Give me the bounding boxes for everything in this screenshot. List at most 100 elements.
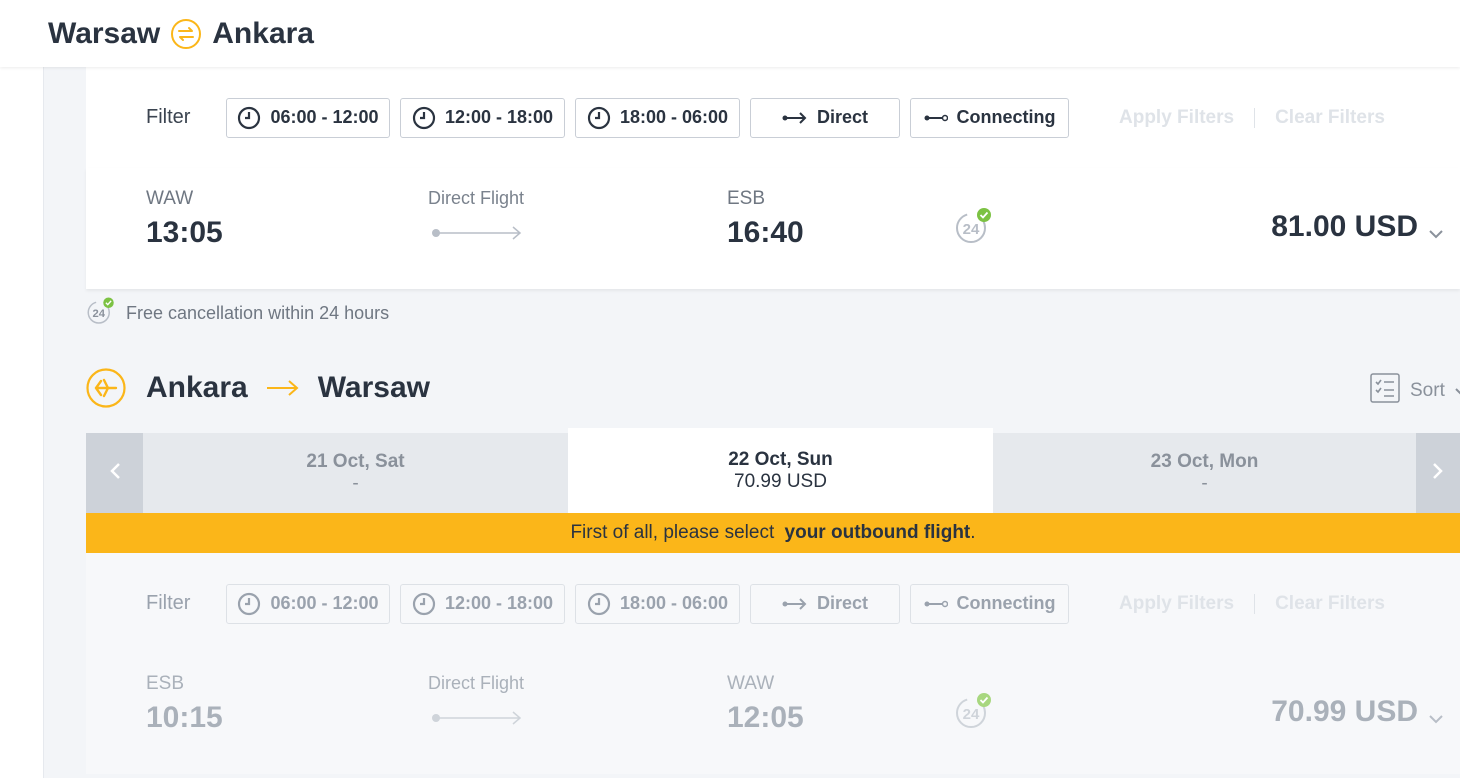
free-cancel-24h-icon: 24	[86, 296, 116, 331]
return-origin-city: Ankara	[146, 371, 248, 404]
free-cancel-24h-icon: 24	[954, 691, 994, 736]
divider	[1254, 593, 1256, 614]
filter-evening-chip[interactable]: 18:00 - 06:00	[575, 97, 740, 138]
free-cancellation-text: Free cancellation within 24 hours	[126, 303, 390, 323]
filter-direct-chip[interactable]: Direct	[750, 583, 900, 624]
filter-morning-chip[interactable]: 06:00 - 12:00	[226, 583, 390, 624]
route-header: Warsaw Ankara	[0, 0, 1460, 67]
chip-label: 18:00 - 06:00	[619, 593, 729, 613]
chip-label: Direct	[816, 107, 869, 127]
date-option[interactable]: 21 Oct, Sat -	[143, 433, 568, 513]
clock-icon	[237, 106, 261, 130]
direct-arrow-icon	[782, 597, 808, 611]
direct-flight-line-icon	[432, 224, 524, 247]
sort-label: Sort	[1410, 380, 1445, 401]
swap-route-icon[interactable]	[170, 18, 202, 50]
filter-morning-chip[interactable]: 06:00 - 12:00	[226, 97, 390, 138]
previous-date-button[interactable]	[86, 433, 143, 513]
chip-label: 06:00 - 12:00	[270, 593, 379, 613]
next-date-button[interactable]	[1416, 433, 1460, 513]
destination-city: Ankara	[212, 16, 314, 50]
chip-label: 12:00 - 18:00	[444, 107, 554, 127]
outbound-filter-bar: Filter 06:00 - 12:00 12:00 - 18:00 18:00…	[86, 67, 1460, 168]
return-destination-city: Warsaw	[317, 371, 430, 404]
flight-price: 81.00 USD	[1271, 210, 1418, 243]
filter-actions: Apply Filters Clear Filters	[1119, 593, 1385, 615]
date-label: 21 Oct, Sat	[306, 451, 405, 472]
free-cancellation-note: 24 Free cancellation within 24 hours	[86, 296, 389, 331]
chip-label: 12:00 - 18:00	[444, 593, 554, 613]
chevron-right-icon	[1432, 462, 1444, 485]
chip-label: 06:00 - 12:00	[270, 107, 379, 127]
sort-button[interactable]: Sort	[1370, 373, 1460, 409]
departure-code: ESB	[146, 673, 185, 694]
date-price: -	[1201, 473, 1208, 494]
filter-evening-chip[interactable]: 18:00 - 06:00	[575, 583, 740, 624]
flight-price: 70.99 USD	[1271, 695, 1418, 728]
filter-connecting-chip[interactable]: Connecting	[910, 97, 1069, 138]
clock-icon	[587, 592, 611, 616]
connecting-icon	[924, 112, 948, 124]
date-option[interactable]: 23 Oct, Mon -	[993, 433, 1416, 513]
apply-filters-link[interactable]: Apply Filters	[1119, 107, 1234, 129]
departure-code: WAW	[146, 188, 194, 209]
divider	[1254, 107, 1256, 128]
clear-filters-link[interactable]: Clear Filters	[1275, 107, 1385, 129]
departure-time: 10:15	[146, 701, 223, 734]
chevron-down-icon	[1455, 380, 1460, 402]
clock-icon	[412, 592, 436, 616]
notice-suffix: .	[970, 522, 976, 543]
date-label: 22 Oct, Sun	[728, 448, 833, 470]
clock-icon	[237, 592, 261, 616]
chip-label: Connecting	[956, 107, 1056, 127]
sort-list-icon	[1370, 373, 1400, 409]
flight-type-label: Direct Flight	[428, 673, 525, 693]
clock-icon	[412, 106, 436, 130]
outbound-flight-card[interactable]: WAW 13:05 Direct Flight ESB 16:40 24 81.…	[86, 168, 1460, 289]
date-option-selected[interactable]: 22 Oct, Sun 70.99 USD	[568, 428, 993, 513]
flight-type-label: Direct Flight	[428, 188, 525, 208]
clear-filters-link[interactable]: Clear Filters	[1275, 593, 1385, 615]
arrival-code: ESB	[727, 188, 766, 209]
filter-label: Filter	[146, 106, 191, 128]
arrival-time: 12:05	[727, 701, 804, 734]
apply-filters-link[interactable]: Apply Filters	[1119, 593, 1234, 615]
plane-icon	[86, 368, 126, 408]
date-selector: 21 Oct, Sat - 22 Oct, Sun 70.99 USD 23 O…	[86, 428, 1460, 513]
filter-actions: Apply Filters Clear Filters	[1119, 107, 1385, 129]
date-label: 23 Oct, Mon	[1150, 451, 1259, 472]
filter-label: Filter	[146, 592, 191, 614]
filter-connecting-chip[interactable]: Connecting	[910, 583, 1069, 624]
date-price: -	[352, 473, 359, 494]
direct-flight-line-icon	[432, 709, 524, 732]
chevron-left-icon	[109, 462, 121, 485]
select-outbound-notice: First of all, please select your outboun…	[86, 513, 1460, 553]
left-rail	[0, 67, 44, 778]
filter-afternoon-chip[interactable]: 12:00 - 18:00	[400, 583, 565, 624]
chevron-down-icon[interactable]	[1428, 711, 1444, 729]
return-flight-card[interactable]: ESB 10:15 Direct Flight WAW 12:05 24 70.…	[86, 653, 1460, 774]
connecting-icon	[924, 598, 948, 610]
svg-text:24: 24	[963, 221, 980, 238]
chip-label: Direct	[816, 593, 869, 613]
chip-label: 18:00 - 06:00	[619, 107, 729, 127]
date-price: 70.99 USD	[734, 470, 827, 492]
chevron-down-icon[interactable]	[1428, 226, 1444, 244]
origin-city: Warsaw	[48, 16, 161, 50]
filter-afternoon-chip[interactable]: 12:00 - 18:00	[400, 97, 565, 138]
chip-label: Connecting	[956, 593, 1056, 613]
direct-arrow-icon	[782, 111, 808, 125]
notice-bold: your outbound flight	[784, 522, 971, 543]
svg-text:24: 24	[92, 308, 105, 320]
svg-text:24: 24	[963, 706, 980, 723]
departure-time: 13:05	[146, 216, 223, 249]
return-filter-bar: Filter 06:00 - 12:00 12:00 - 18:00 18:00…	[86, 553, 1460, 654]
notice-prefix: First of all, please select	[570, 522, 780, 543]
arrow-right-icon	[266, 378, 300, 398]
arrival-code: WAW	[727, 673, 775, 694]
free-cancel-24h-icon: 24	[954, 206, 994, 251]
arrival-time: 16:40	[727, 216, 804, 249]
clock-icon	[587, 106, 611, 130]
return-route-header: Ankara Warsaw	[86, 366, 430, 410]
filter-direct-chip[interactable]: Direct	[750, 97, 900, 138]
